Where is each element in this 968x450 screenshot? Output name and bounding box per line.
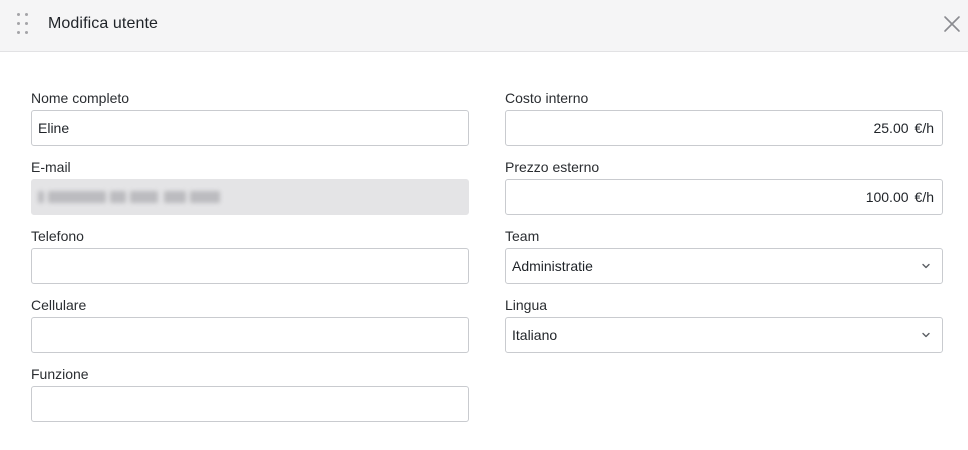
drag-handle-icon[interactable] <box>15 13 31 35</box>
language-select[interactable]: Italiano <box>505 317 943 353</box>
external-price-unit: €/h <box>914 189 934 205</box>
chevron-down-icon <box>922 263 930 269</box>
email-input <box>31 179 469 215</box>
phone-label: Telefono <box>31 228 84 244</box>
role-label: Funzione <box>31 366 89 382</box>
role-input[interactable] <box>31 386 469 422</box>
external-price-input[interactable]: 100.00 €/h <box>505 179 943 215</box>
language-value: Italiano <box>512 327 558 343</box>
full-name-value: Eline <box>38 120 70 136</box>
phone-input[interactable] <box>31 248 469 284</box>
full-name-input[interactable]: Eline <box>31 110 469 146</box>
external-price-label: Prezzo esterno <box>505 159 600 175</box>
team-label: Team <box>505 228 540 244</box>
chevron-down-icon <box>922 332 930 338</box>
email-redacted-value <box>38 187 220 207</box>
dialog-header: Modifica utente <box>0 0 968 52</box>
email-label: E-mail <box>31 159 71 175</box>
mobile-label: Cellulare <box>31 297 87 313</box>
language-label: Lingua <box>505 297 548 313</box>
close-icon[interactable] <box>940 12 964 36</box>
team-select[interactable]: Administratie <box>505 248 943 284</box>
internal-cost-input[interactable]: 25.00 €/h <box>505 110 943 146</box>
team-value: Administratie <box>512 258 593 274</box>
internal-cost-value: 25.00 <box>873 120 909 136</box>
external-price-value: 100.00 <box>865 189 909 205</box>
internal-cost-label: Costo interno <box>505 90 589 106</box>
mobile-input[interactable] <box>31 317 469 353</box>
internal-cost-unit: €/h <box>914 120 934 136</box>
dialog-title: Modifica utente <box>48 15 159 32</box>
full-name-label: Nome completo <box>31 90 130 106</box>
